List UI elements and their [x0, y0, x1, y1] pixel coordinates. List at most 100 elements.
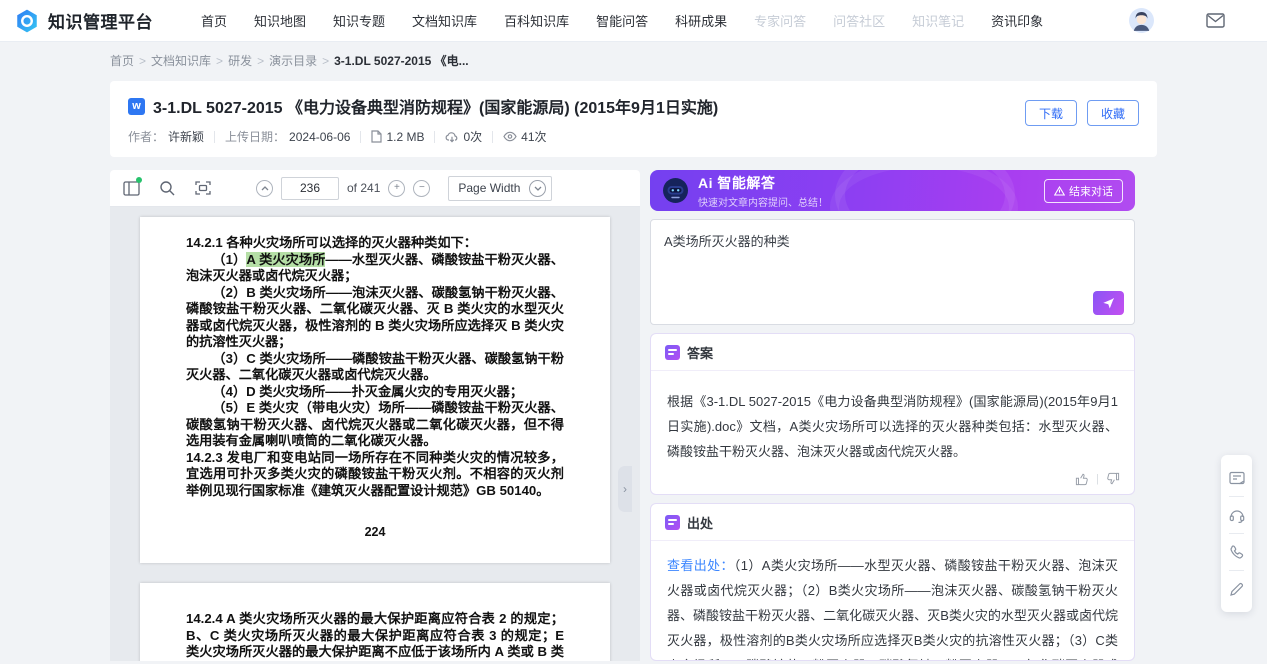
page-number-footer: 224: [186, 525, 564, 539]
nav-right: [1129, 8, 1225, 33]
zoom-mode-value: Page Width: [458, 181, 520, 195]
doc-paragraph: （5）E 类火灾（带电火灾）场所——磷酸铵盐干粉灭火器、碳酸氢钠干粉灭火器、卤代…: [186, 400, 564, 450]
file-size-meta: 1.2 MB: [371, 130, 424, 144]
search-highlight: A 类火灾场所: [246, 252, 325, 267]
panel-collapse-handle[interactable]: ›: [618, 466, 632, 512]
author-name: 许新颖: [168, 128, 204, 145]
breadcrumb: 首页 > 文档知识库 > 研发 > 演示目录 > 3-1.DL 5027-201…: [0, 42, 1267, 77]
zoom-mode-select[interactable]: Page Width: [448, 176, 552, 201]
chevron-down-icon: [529, 180, 546, 197]
nav-item-news[interactable]: 资讯印象: [991, 11, 1043, 30]
sidebar-toggle-icon[interactable]: [122, 179, 140, 197]
source-card: 出处 查看出处：（1）A类火灾场所——水型灭火器、磷酸铵盐干粉灭火器、泡沫灭火器…: [650, 503, 1135, 661]
ai-panel-title: Ai 智能解答: [698, 173, 828, 193]
nav-item-expert-qa: 专家问答: [754, 11, 806, 30]
doc-paragraph: 14.2.3 发电厂和变电站同一场所存在不同种类火灾的情况较多，宜选用可扑灭多类…: [186, 450, 564, 500]
nav-item-home[interactable]: 首页: [201, 11, 227, 30]
fit-screen-icon[interactable]: [194, 179, 212, 197]
prev-page-button[interactable]: [256, 180, 273, 197]
nav-item-wiki-library[interactable]: 百科知识库: [504, 11, 569, 30]
question-input-card[interactable]: A类场所灭火器的种类: [650, 219, 1135, 325]
view-count: 41次: [521, 128, 546, 145]
pencil-icon[interactable]: [1221, 571, 1252, 607]
logo-icon: [14, 8, 40, 34]
pdf-toolbar: of 241 + − Page Width: [110, 170, 640, 207]
document-info: w 3-1.DL 5027-2015 《电力设备典型消防规程》(国家能源局) (…: [128, 94, 718, 145]
pdf-viewer-panel: of 241 + − Page Width 14.2.1 各种火灾场所可以选择的…: [110, 170, 640, 661]
download-button[interactable]: 下载: [1025, 100, 1077, 126]
document-meta: 作者： 许新颖 上传日期： 2024-06-06 1.2 MB: [128, 128, 718, 145]
ai-qa-panel: Ai 智能解答 快速对文章内容提问、总结！ 结束对话 A类场所灭火器的种类: [650, 170, 1135, 661]
source-body: 查看出处：（1）A类火灾场所——水型灭火器、磷酸铵盐干粉灭火器、泡沫灭火器或卤代…: [651, 541, 1134, 660]
zoom-out-icon[interactable]: −: [413, 180, 430, 197]
brand[interactable]: 知识管理平台: [14, 8, 153, 34]
breadcrumb-current: 3-1.DL 5027-2015 《电...: [334, 52, 469, 69]
floating-side-toolbar: [1221, 455, 1252, 612]
ai-panel-subtitle: 快速对文章内容提问、总结！: [698, 194, 828, 209]
doc-paragraph: 14.2.1 各种火灾场所可以选择的灭火器种类如下：: [186, 235, 564, 252]
view-source-link[interactable]: 查看出处：: [667, 558, 734, 573]
question-text[interactable]: A类场所灭火器的种类: [664, 231, 1121, 250]
source-heading: 出处: [687, 513, 713, 532]
document-actions: 下载 收藏: [1025, 94, 1139, 145]
breadcrumb-demo-dir[interactable]: 演示目录: [269, 52, 317, 69]
word-file-icon: w: [128, 98, 145, 115]
breadcrumb-doc-library[interactable]: 文档知识库: [151, 52, 211, 69]
doc-paragraph: （4）D 类火灾场所——扑灭金属火灾的专用灭火器；: [186, 384, 564, 401]
zoom-in-icon[interactable]: +: [388, 180, 405, 197]
top-nav: 知识管理平台 首页 知识地图 知识专题 文档知识库 百科知识库 智能问答 科研成…: [0, 0, 1267, 42]
pdf-pages-area[interactable]: 14.2.1 各种火灾场所可以选择的灭火器种类如下： （1）A 类火灾场所——水…: [110, 207, 640, 661]
answer-doc-icon: [665, 345, 680, 360]
source-doc-icon: [665, 515, 680, 530]
chevron-right-icon: ›: [623, 482, 627, 496]
file-size: 1.2 MB: [386, 130, 424, 144]
answer-text: 根据《3-1.DL 5027-2015《电力设备典型消防规程》(国家能源局)(2…: [651, 371, 1134, 470]
pdf-page-237: 14.2.4 A 类火灾场所灭火器的最大保护距离应符合表 2 的规定；B、C 类…: [140, 583, 610, 661]
doc-paragraph: （3）C 类火灾场所——磷酸铵盐干粉灭火器、碳酸氢钠干粉灭火器、二氧化碳灭火器或…: [186, 351, 564, 384]
breadcrumb-separator: >: [257, 54, 264, 68]
answer-feedback: |: [651, 470, 1134, 494]
search-icon[interactable]: [158, 179, 176, 197]
status-dot: [136, 177, 142, 183]
breadcrumb-rd[interactable]: 研发: [228, 52, 252, 69]
pdf-page-236: 14.2.1 各种火灾场所可以选择的灭火器种类如下： （1）A 类火灾场所——水…: [140, 217, 610, 563]
alert-triangle-icon: [1054, 186, 1065, 196]
nav-item-smart-qa[interactable]: 智能问答: [596, 11, 648, 30]
feedback-note-icon[interactable]: [1221, 460, 1252, 496]
thumbs-up-icon[interactable]: [1075, 472, 1089, 486]
eye-icon: [503, 131, 517, 142]
download-count-meta: 0次: [445, 128, 482, 145]
doc-paragraph: （1）A 类火灾场所——水型灭火器、磷酸铵盐干粉灭火器、泡沫灭火器或卤代烷灭火器…: [186, 252, 564, 285]
upload-date-meta: 上传日期： 2024-06-06: [225, 128, 350, 145]
phone-icon[interactable]: [1221, 534, 1252, 570]
main-menu: 首页 知识地图 知识专题 文档知识库 百科知识库 智能问答 科研成果 专家问答 …: [201, 11, 1129, 30]
nav-item-notes: 知识笔记: [912, 11, 964, 30]
paper-plane-icon: [1102, 297, 1115, 310]
source-paragraph: 查看出处：（1）A类火灾场所——水型灭火器、磷酸铵盐干粉灭火器、泡沫灭火器或卤代…: [667, 553, 1118, 660]
end-dialog-button[interactable]: 结束对话: [1044, 179, 1123, 203]
answer-heading: 答案: [687, 343, 713, 362]
mail-icon[interactable]: [1206, 13, 1225, 28]
answer-card: 答案 根据《3-1.DL 5027-2015《电力设备典型消防规程》(国家能源局…: [650, 333, 1135, 495]
breadcrumb-home[interactable]: 首页: [110, 52, 134, 69]
nav-item-doc-library[interactable]: 文档知识库: [412, 11, 477, 30]
author-meta: 作者： 许新颖: [128, 128, 204, 145]
favorite-button[interactable]: 收藏: [1087, 100, 1139, 126]
breadcrumb-separator: >: [322, 54, 329, 68]
avatar[interactable]: [1129, 8, 1154, 33]
nav-item-knowledge-map[interactable]: 知识地图: [254, 11, 306, 30]
page-total-label: of 241: [347, 181, 380, 195]
headset-icon[interactable]: [1221, 497, 1252, 533]
nav-item-research[interactable]: 科研成果: [675, 11, 727, 30]
doc-paragraph: 14.2.4 A 类火灾场所灭火器的最大保护距离应符合表 2 的规定；B、C 类…: [186, 611, 564, 661]
breadcrumb-separator: >: [216, 54, 223, 68]
page-number-input[interactable]: [281, 177, 339, 200]
document-header-card: w 3-1.DL 5027-2015 《电力设备典型消防规程》(国家能源局) (…: [110, 81, 1157, 157]
file-icon: [371, 130, 382, 143]
thumbs-down-icon[interactable]: [1106, 472, 1120, 486]
doc-paragraph: （2）B 类火灾场所——泡沫灭火器、碳酸氢钠干粉灭火器、磷酸铵盐干粉灭火器、二氧…: [186, 285, 564, 351]
nav-item-knowledge-topic[interactable]: 知识专题: [333, 11, 385, 30]
breadcrumb-separator: >: [139, 54, 146, 68]
send-button[interactable]: [1093, 291, 1124, 315]
upload-date: 2024-06-06: [289, 130, 350, 144]
